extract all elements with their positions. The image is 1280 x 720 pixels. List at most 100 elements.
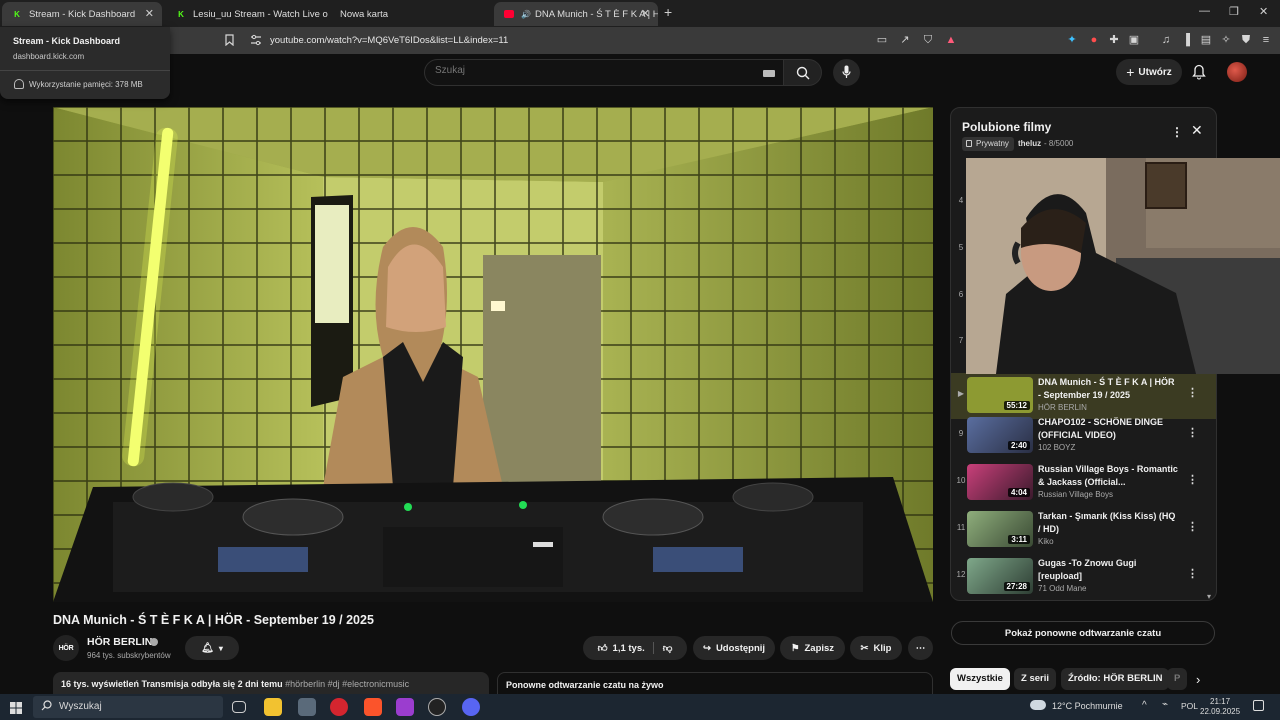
notifications-button[interactable]	[1192, 64, 1206, 85]
more-icon[interactable]: ⋮	[1187, 520, 1198, 533]
more-icon[interactable]: ⋮	[1187, 473, 1198, 486]
obs-icon[interactable]	[428, 698, 446, 716]
video-tags[interactable]: #hörberlin #dj #electronicmusic	[285, 679, 409, 689]
video-player[interactable]	[53, 107, 933, 602]
screenshot-icon[interactable]: ▣	[1128, 34, 1140, 46]
close-window-icon[interactable]: ✕	[1259, 5, 1268, 18]
search-input[interactable]	[435, 65, 735, 76]
clock[interactable]: 21:17 22.09.2025	[1200, 697, 1240, 717]
tab-youtube-video[interactable]: 🔊 DNA Munich - Ś T È F K A | H ✕	[494, 2, 658, 26]
chevron-up-icon[interactable]: ^	[1142, 700, 1147, 711]
extension-translate-icon[interactable]: ✦	[1066, 34, 1078, 46]
taskbar-search[interactable]: Wyszukaj	[33, 696, 223, 718]
site-settings-icon[interactable]	[250, 34, 262, 46]
speaker-icon[interactable]: 🔊	[521, 10, 531, 19]
sidebar-icon[interactable]: ▐	[1180, 34, 1192, 46]
menu-icon[interactable]: ≡	[1260, 34, 1272, 46]
language-indicator[interactable]: POL	[1181, 701, 1198, 711]
video-thumbnail: 4:04	[967, 464, 1033, 500]
maximize-icon[interactable]: ❐	[1229, 5, 1239, 18]
more-icon[interactable]: ⋮	[1187, 386, 1198, 399]
like-dislike-group: 👍︎ 1,1 tys. 👎︎	[583, 636, 687, 660]
close-tab-icon[interactable]: ✕	[641, 7, 650, 20]
show-chat-replay-button[interactable]: Pokaż ponowne odtwarzanie czatu	[951, 621, 1215, 645]
url-field[interactable]: youtube.com/watch?v=MQ6VeT6IDos&list=LL&…	[270, 35, 508, 46]
app-icon[interactable]	[298, 698, 316, 716]
channel-avatar[interactable]: HÖR	[53, 635, 79, 661]
media-controls-icon[interactable]: ♫	[1160, 34, 1172, 46]
playlist-item[interactable]: 11 3:11 Tarkan - Şımarık (Kiss Kiss) (HQ…	[951, 507, 1216, 553]
chevron-right-icon[interactable]: ›	[1196, 672, 1200, 687]
new-tab-icon[interactable]: +	[664, 4, 672, 20]
chip-series[interactable]: Z serii	[1014, 668, 1056, 690]
share-page-icon[interactable]: ↗	[899, 34, 911, 46]
clip-button[interactable]: ✂ Klip	[850, 636, 902, 660]
more-icon[interactable]: ⋮	[1187, 567, 1198, 580]
playlist-item[interactable]: 10 4:04 Russian Village Boys - Romantic …	[951, 460, 1216, 506]
tab-new[interactable]: Nowa karta	[330, 2, 490, 26]
youtube-icon	[504, 10, 514, 18]
clip-label: Klip	[873, 642, 892, 654]
share-button[interactable]: ↪ Udostępnij	[693, 636, 775, 660]
playlist-item[interactable]: 9 2:40 CHAPO102 - SCHÖNE DINGE (OFFICIAL…	[951, 413, 1216, 459]
bookmark-icon[interactable]	[223, 34, 235, 47]
voice-search-button[interactable]	[833, 59, 860, 86]
dislike-button[interactable]: 👎︎	[659, 642, 673, 654]
microphone-icon	[842, 65, 851, 78]
chevron-down-icon: ▾	[218, 643, 223, 653]
playlist-owner[interactable]: theluz	[1018, 139, 1041, 148]
search-button[interactable]	[784, 59, 822, 86]
brave-icon[interactable]	[364, 698, 382, 716]
more-icon[interactable]: ⋮	[1171, 125, 1183, 139]
app-icon[interactable]	[396, 698, 414, 716]
create-button[interactable]: + Utwórz	[1116, 59, 1182, 85]
privacy-badge: Prywatny	[962, 137, 1014, 151]
save-button[interactable]: ⚑ Zapisz	[780, 636, 845, 660]
account-avatar[interactable]	[1227, 62, 1247, 82]
playlist-item-title: CHAPO102 - SCHÖNE DINGE (OFFICIAL VIDEO)	[1038, 417, 1164, 440]
weather-widget[interactable]: 12°C Pochmurnie	[1052, 701, 1123, 711]
chip-all[interactable]: Wszystkie	[950, 668, 1010, 690]
playlist-title[interactable]: Polubione filmy	[962, 120, 1051, 134]
wallet-icon[interactable]: ▤	[1200, 34, 1212, 46]
search-box[interactable]	[424, 59, 784, 86]
extension-record-icon[interactable]: ●	[1088, 34, 1100, 46]
opera-icon[interactable]	[330, 698, 348, 716]
discord-icon[interactable]	[462, 698, 480, 716]
like-count: 1,1 tys.	[612, 642, 645, 654]
more-actions-button[interactable]: ⋯	[908, 636, 933, 660]
brave-shield-icon[interactable]: ⛉	[922, 34, 934, 46]
vpn-icon[interactable]: ⛊	[1240, 34, 1252, 46]
chip-more[interactable]: P	[1167, 668, 1187, 690]
subscription-bell-button[interactable]: 🔔︎ ▾	[185, 636, 239, 660]
duration-badge: 27:28	[1003, 582, 1030, 591]
tab-kick-dashboard[interactable]: K Stream - Kick Dashboard ✕	[2, 2, 162, 26]
notifications-icon[interactable]	[1253, 700, 1264, 711]
privacy-label: Prywatny	[976, 139, 1009, 148]
video-thumbnail: 3:11	[967, 511, 1033, 547]
task-view-icon[interactable]	[232, 701, 246, 713]
minimize-icon[interactable]: —	[1199, 5, 1210, 17]
close-tab-icon[interactable]: ✕	[145, 7, 154, 20]
tab-kick-stream[interactable]: K Lesiu_uu Stream - Watch Live on Kick	[166, 2, 328, 26]
playlist-item[interactable]: 12 27:28 Gugas -To Znowu Gugi [reupload]…	[951, 554, 1216, 600]
save-label: Zapisz	[804, 642, 835, 654]
cast-icon[interactable]: ▭	[876, 34, 888, 46]
tab-label: DNA Munich - Ś T È F K A | H	[534, 8, 658, 20]
channel-name[interactable]: HÖR BERLIN	[87, 636, 152, 648]
file-explorer-icon[interactable]	[264, 698, 282, 716]
keyboard-icon[interactable]	[763, 70, 775, 77]
windows-start-icon[interactable]	[10, 701, 22, 719]
kick-icon: K	[178, 9, 184, 19]
more-icon[interactable]: ⋮	[1187, 426, 1198, 439]
leo-ai-icon[interactable]: ✧	[1220, 34, 1232, 46]
hover-card-domain: dashboard.kick.com	[13, 52, 85, 61]
scroll-down-arrow[interactable]: ▾	[1207, 592, 1211, 600]
playlist-index: 9	[958, 429, 964, 438]
network-icon[interactable]: ⌁	[1162, 699, 1168, 710]
close-icon[interactable]: ✕	[1191, 122, 1203, 139]
chip-source-channel[interactable]: Źródło: HÖR BERLIN	[1061, 668, 1170, 690]
extensions-icon[interactable]: ✚	[1108, 34, 1120, 46]
brave-rewards-icon[interactable]: ▲	[945, 34, 957, 46]
like-button[interactable]: 👍︎ 1,1 tys.	[598, 642, 654, 654]
